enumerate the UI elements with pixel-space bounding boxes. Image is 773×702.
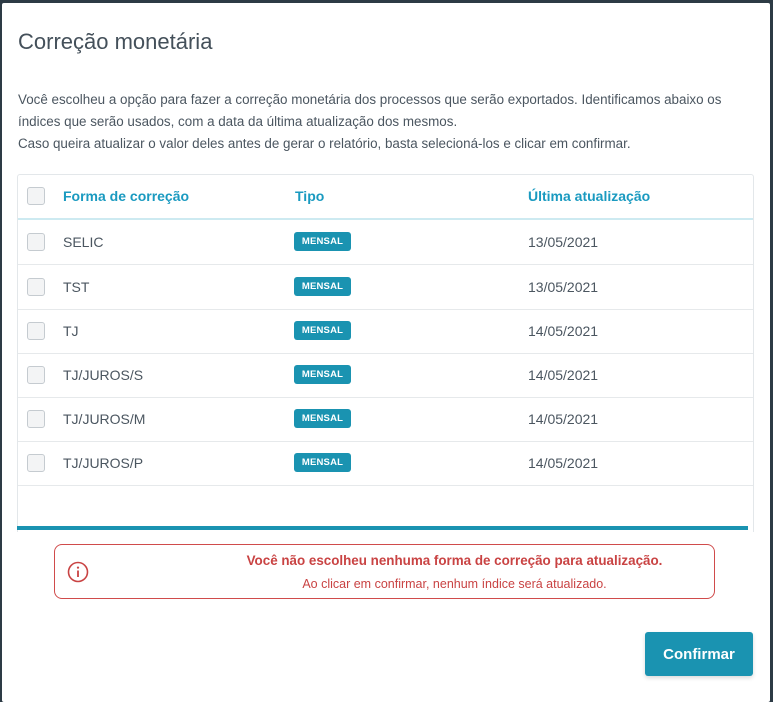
table-row[interactable]: TJ/JUROS/M MENSAL 14/05/2021 — [18, 397, 753, 442]
type-badge: MENSAL — [294, 232, 351, 251]
type-badge: MENSAL — [294, 321, 351, 340]
row-checkbox[interactable] — [27, 278, 45, 296]
column-header-updated[interactable]: Última atualização — [528, 188, 650, 204]
table-row[interactable]: TST MENSAL 13/05/2021 — [18, 265, 753, 310]
modal-title: Correção monetária — [18, 29, 213, 54]
type-badge: MENSAL — [294, 277, 351, 296]
table-row[interactable]: TJ/JUROS/P MENSAL 14/05/2021 — [18, 441, 753, 486]
row-date: 14/05/2021 — [528, 323, 599, 339]
table-row[interactable]: SELIC MENSAL 13/05/2021 — [18, 220, 753, 265]
alert-title: Você não escolheu nenhuma forma de corre… — [246, 553, 663, 568]
row-name: TJ — [63, 323, 79, 339]
row-date: 13/05/2021 — [528, 234, 599, 250]
description-paragraph: Você escolheu a opção para fazer a corre… — [18, 92, 722, 129]
column-header-name[interactable]: Forma de correção — [63, 188, 189, 204]
type-badge: MENSAL — [294, 453, 351, 472]
table-header: Forma de correção Tipo Última atualizaçã… — [18, 175, 753, 220]
confirm-button[interactable]: Confirmar — [645, 632, 753, 676]
row-checkbox[interactable] — [27, 233, 45, 251]
row-checkbox[interactable] — [27, 454, 45, 472]
type-badge: MENSAL — [294, 409, 351, 428]
row-date: 14/05/2021 — [528, 367, 599, 383]
modal-description: Você escolheu a opção para fazer a corre… — [18, 89, 754, 155]
row-date: 14/05/2021 — [528, 455, 599, 471]
row-name: TJ/JUROS/S — [63, 367, 144, 383]
column-header-type[interactable]: Tipo — [295, 188, 324, 204]
row-name: TJ/JUROS/M — [63, 411, 146, 427]
table-row[interactable]: TJ MENSAL 14/05/2021 — [18, 309, 753, 354]
correction-table: Forma de correção Tipo Última atualizaçã… — [17, 174, 754, 532]
correction-modal: Correção monetária Você escolheu a opção… — [2, 3, 770, 702]
row-date: 13/05/2021 — [528, 279, 599, 295]
description-paragraph: Caso queira atualizar o valor deles ante… — [18, 136, 631, 151]
row-date: 14/05/2021 — [528, 411, 599, 427]
row-name: SELIC — [63, 234, 104, 250]
table-row[interactable]: TJ/JUROS/S MENSAL 14/05/2021 — [18, 353, 753, 398]
alert-message: Ao clicar em confirmar, nenhum índice se… — [302, 577, 607, 591]
row-name: TJ/JUROS/P — [63, 455, 144, 471]
row-checkbox[interactable] — [27, 366, 45, 384]
table-bottom-bar — [17, 526, 748, 530]
row-name: TST — [63, 279, 90, 295]
select-all-checkbox[interactable] — [27, 187, 45, 205]
type-badge: MENSAL — [294, 365, 351, 384]
row-checkbox[interactable] — [27, 322, 45, 340]
warning-alert: Você não escolheu nenhuma forma de corre… — [54, 544, 715, 599]
row-checkbox[interactable] — [27, 410, 45, 428]
